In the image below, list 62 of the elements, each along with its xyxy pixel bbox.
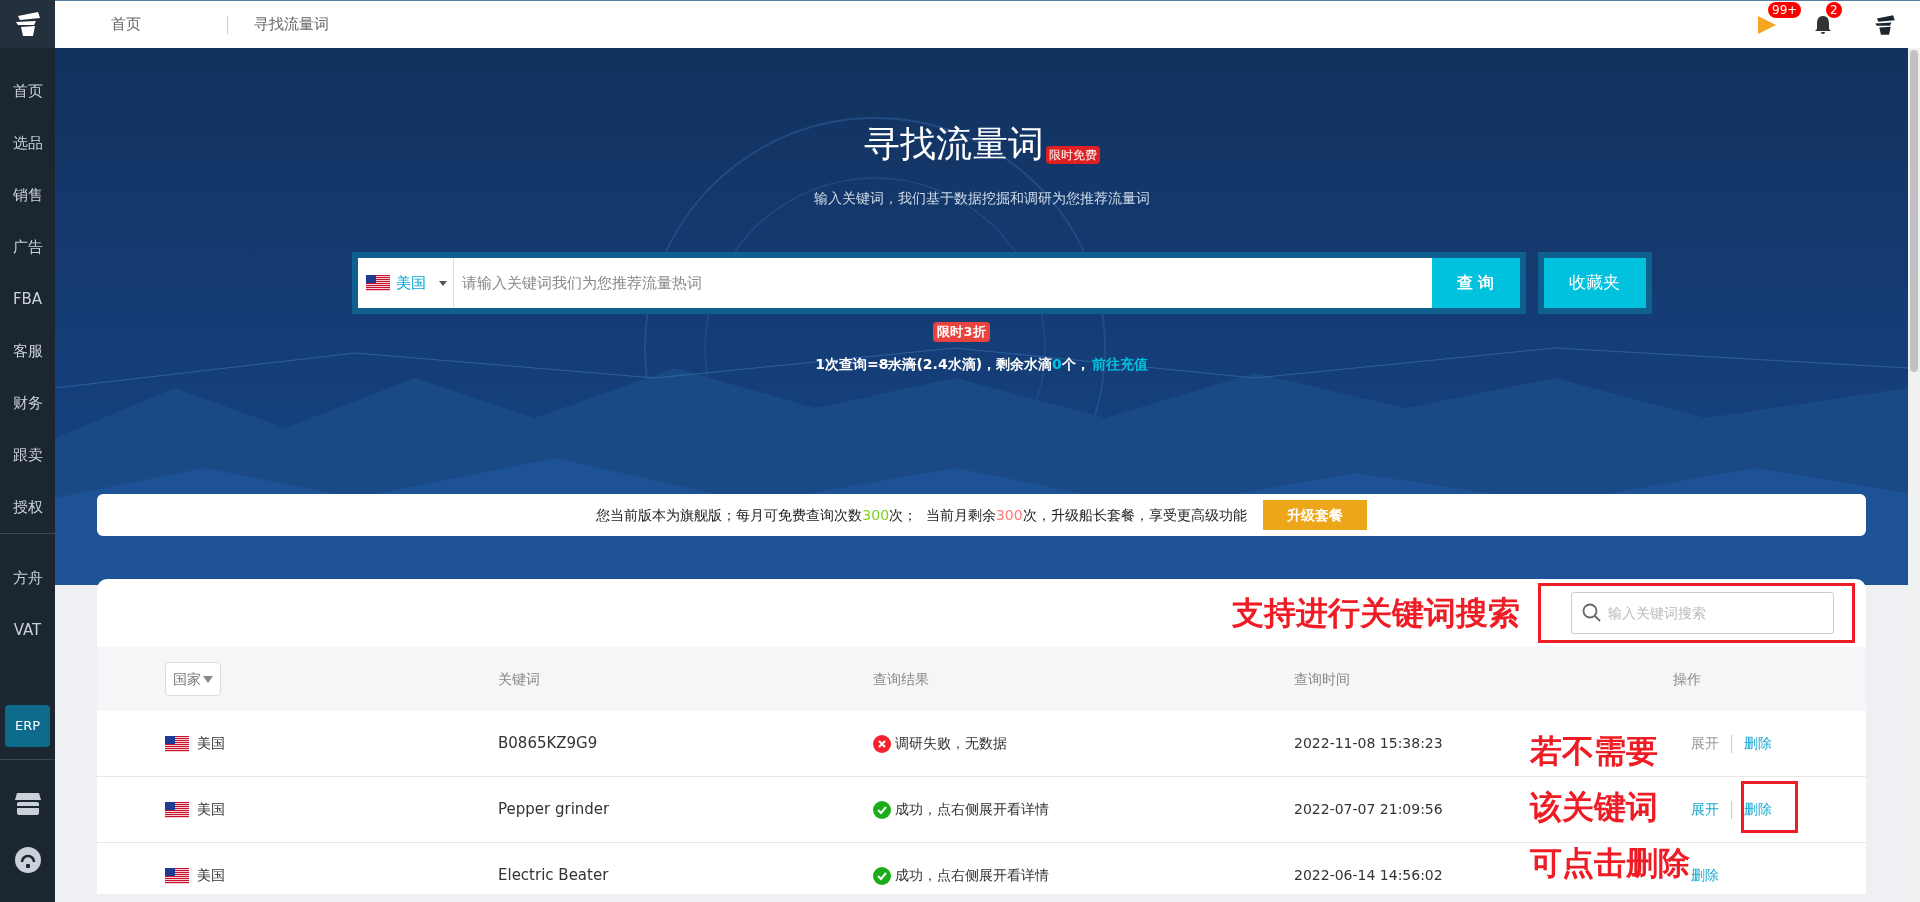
search-input[interactable]: 输入关键词搜索 (1608, 602, 1823, 624)
sidebar-item[interactable]: 首页 (0, 65, 55, 117)
success-icon (873, 800, 891, 819)
sidebar-item[interactable]: 授权 (0, 481, 55, 533)
search-icon (1582, 603, 1602, 623)
notification-badge: 2 (1826, 1, 1842, 18)
notification-badge: 99+ (1768, 1, 1802, 18)
country-cell-text: 美国 (197, 866, 225, 885)
erp-button[interactable]: ERP (5, 705, 50, 747)
annotation-text: 支持进行关键词搜索 (1232, 593, 1520, 633)
sidebar-item[interactable]: FBA (0, 273, 55, 325)
annotation-text: 可点击删除 (1530, 843, 1690, 883)
cost-text: 1次查询=8水滴(2.4水滴)，剩余水滴0个， (815, 355, 1090, 374)
us-flag-icon (165, 801, 189, 818)
time-cell-text: 2022-07-07 21:09:56 (1294, 800, 1443, 819)
column-header: 关键词 (498, 669, 540, 689)
keyword-cell-text: Electric Beater (498, 865, 609, 887)
breadcrumb-item[interactable]: 寻找流量词 (254, 13, 329, 36)
us-flag-icon (165, 867, 189, 884)
success-icon (873, 866, 891, 885)
sidebar-item[interactable]: 销售 (0, 169, 55, 221)
us-flag-icon (365, 275, 390, 291)
time-cell-text: 2022-06-14 14:56:02 (1294, 866, 1443, 885)
country-filter[interactable]: 国家 (165, 662, 221, 696)
country-cell-text: 美国 (197, 800, 225, 819)
keyword-cell-text: Pepper grinder (498, 799, 610, 821)
sidebar-item[interactable]: VAT (0, 604, 55, 656)
keyword-input[interactable]: 请输入关键词我们为您推荐流量热词 (453, 258, 1432, 308)
error-icon (873, 734, 891, 753)
sidebar-item[interactable]: 广告 (0, 221, 55, 273)
breadcrumb-item[interactable]: 首页 (111, 13, 141, 36)
store-icon[interactable] (13, 791, 42, 817)
column-header: 操作 (1673, 669, 1701, 689)
notice-text: 您当前版本为旗舰版；每月可免费查询次数300次； 当前月剩余300次，升级船长套餐，享受更高级功能 (596, 505, 1247, 525)
logo-icon[interactable] (0, 0, 55, 48)
column-header: 查询结果 (873, 669, 929, 689)
time-cell-text: 2022-11-08 15:38:23 (1294, 734, 1443, 753)
page-subtitle: 输入关键词，我们基于数据挖掘和调研为您推荐流量词 (813, 189, 1150, 208)
result-cell-text: 成功，点右侧展开看详情 (895, 800, 1049, 819)
sidebar-item[interactable]: 财务 (0, 377, 55, 429)
us-flag-icon (165, 735, 189, 752)
support-icon[interactable] (13, 846, 42, 874)
result-cell-text: 调研失败，无数据 (895, 734, 1007, 753)
sidebar-item[interactable]: 跟卖 (0, 429, 55, 481)
country-cell-text: 美国 (197, 734, 225, 753)
free-badge: 限时免费 (1045, 146, 1100, 164)
sidebar-item[interactable]: 方舟 (0, 552, 55, 604)
history-search-field[interactable]: 输入关键词搜索 (1571, 592, 1834, 634)
page-title: 寻找流量词 (863, 122, 1044, 166)
sidebar-item[interactable]: 选品 (0, 117, 55, 169)
annotation-text: 该关键词 (1530, 787, 1659, 827)
flag-icon[interactable] (1756, 13, 1778, 36)
recharge-link[interactable]: 前往充值 (1091, 354, 1148, 374)
keyword-cell-text: B0865KZ9G9 (498, 733, 598, 755)
caret-icon (438, 280, 447, 286)
result-cell-text: 成功，点右侧展开看详情 (895, 866, 1049, 885)
caret-icon (203, 675, 213, 683)
sidebar-item[interactable]: 客服 (0, 325, 55, 377)
annotation-text: 若不需要 (1530, 731, 1659, 771)
highlight-frame (1741, 781, 1798, 833)
column-header: 查询时间 (1294, 669, 1350, 689)
discount-badge: 限时3折 (933, 322, 990, 342)
